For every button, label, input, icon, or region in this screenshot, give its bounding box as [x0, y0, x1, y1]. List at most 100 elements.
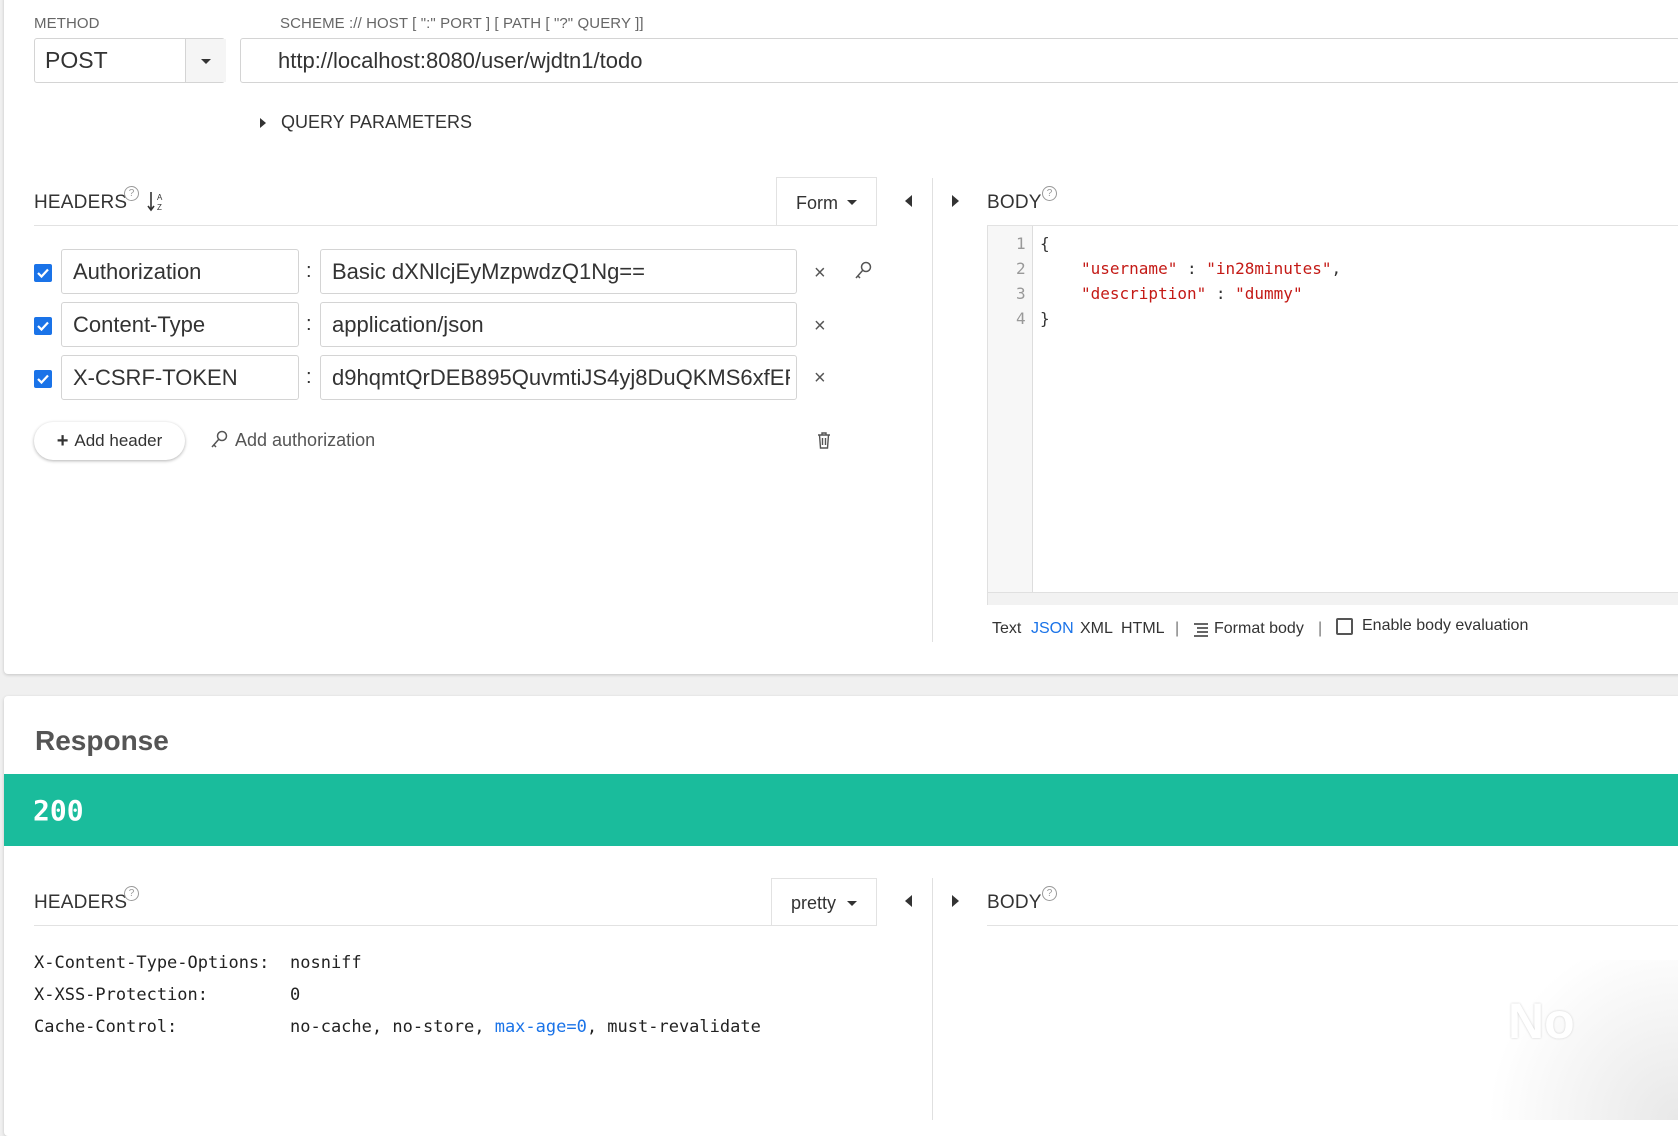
- status-bar: 200: [4, 774, 1678, 846]
- code-line: "username" : "in28minutes",: [1081, 259, 1342, 278]
- header-link[interactable]: max-age=0: [495, 1017, 587, 1037]
- help-icon[interactable]: ?: [124, 186, 139, 201]
- json-key: "username": [1081, 259, 1178, 278]
- collapse-left-icon[interactable]: [905, 895, 912, 907]
- code-line: }: [1040, 309, 1050, 328]
- query-parameters-toggle[interactable]: QUERY PARAMETERS: [260, 112, 472, 133]
- response-header-row: Cache-Control:: [34, 1017, 177, 1037]
- line-number: 4: [1016, 309, 1026, 328]
- header-value-input[interactable]: d9hqmtQrDEB895QuvmtiJS4yj8DuQKMS6xfER: [320, 355, 797, 400]
- headers-mode-dropdown[interactable]: Form: [776, 177, 877, 225]
- url-label: SCHEME :// HOST [ ":" PORT ] [ PATH [ "?…: [280, 15, 644, 32]
- expand-right-icon[interactable]: [952, 895, 959, 907]
- editor-scrollbar[interactable]: [988, 592, 1678, 605]
- request-headers-title: HEADERS: [34, 192, 128, 213]
- response-headers-title: HEADERS: [34, 892, 128, 913]
- response-panel-divider: [932, 878, 933, 1120]
- response-body-divider: [987, 925, 1678, 926]
- response-header-name: X-XSS-Protection:: [34, 985, 208, 1005]
- header-value-input[interactable]: Basic dXNlcjEyMzpwdzQ1Ng==: [320, 249, 797, 294]
- header-separator: :: [306, 313, 312, 335]
- line-number-gutter: [988, 226, 1033, 592]
- sort-az-icon[interactable]: AZ: [147, 190, 167, 214]
- response-headers-divider: [34, 925, 877, 926]
- expand-arrow-icon: [260, 117, 266, 128]
- line-number: 2: [1016, 259, 1026, 278]
- body-editor[interactable]: 1 2 3 4 { "username" : "in28minutes", "d…: [987, 226, 1678, 605]
- status-code: 200: [33, 794, 84, 827]
- header-enabled-checkbox[interactable]: [34, 370, 52, 388]
- headers-mode-value: Form: [796, 193, 838, 213]
- code-line: "description" : "dummy": [1081, 284, 1303, 303]
- response-header-value: 0: [290, 985, 301, 1005]
- code-line: {: [1040, 234, 1050, 253]
- chevron-down-icon: [847, 200, 857, 205]
- header-name-input[interactable]: Authorization: [61, 249, 299, 294]
- json-string: "dummy": [1235, 284, 1303, 303]
- format-json-link[interactable]: JSON: [1031, 620, 1074, 638]
- response-header-value: no-cache, no-store, max-age=0, must-reva…: [290, 1017, 761, 1037]
- svg-text:A: A: [157, 193, 163, 202]
- remove-header-icon[interactable]: ×: [814, 367, 826, 390]
- method-dropdown-button[interactable]: [185, 39, 226, 82]
- add-authorization-button[interactable]: Add authorization: [209, 429, 375, 451]
- line-number: 3: [1016, 284, 1026, 303]
- header-value-input[interactable]: application/json: [320, 302, 797, 347]
- svg-text:Z: Z: [157, 203, 162, 212]
- response-headers-mode-value: pretty: [791, 893, 837, 913]
- help-icon[interactable]: ?: [124, 886, 139, 901]
- response-header-name: X-Content-Type-Options:: [34, 953, 270, 973]
- response-header-row: X-Content-Type-Options:: [34, 953, 269, 973]
- response-title: Response: [35, 725, 169, 756]
- collapse-left-icon[interactable]: [905, 195, 912, 207]
- response-body-title: BODY: [987, 892, 1042, 913]
- method-label: METHOD: [34, 15, 100, 32]
- line-number: 1: [1016, 234, 1026, 253]
- separator: |: [1175, 620, 1180, 637]
- chevron-down-icon: [201, 59, 211, 64]
- header-name-input[interactable]: Content-Type: [61, 302, 299, 347]
- enable-body-evaluation-checkbox[interactable]: Enable body evaluation: [1336, 617, 1528, 635]
- expand-right-icon[interactable]: [952, 195, 959, 207]
- add-header-button[interactable]: + Add header: [34, 422, 185, 460]
- separator: |: [1318, 620, 1323, 637]
- trash-icon[interactable]: [816, 430, 832, 450]
- response-header-name: Cache-Control:: [34, 1017, 178, 1037]
- format-body-button[interactable]: Format body: [1193, 620, 1304, 638]
- remove-header-icon[interactable]: ×: [814, 315, 826, 338]
- response-header-row: X-XSS-Protection:: [34, 985, 208, 1005]
- add-header-label: Add header: [74, 431, 163, 450]
- headers-divider: [34, 225, 877, 226]
- response-headers-mode-dropdown[interactable]: pretty: [771, 878, 877, 926]
- url-value: http://localhost:8080/user/wjdtn1/todo: [278, 47, 643, 73]
- json-key: "description": [1081, 284, 1207, 303]
- remove-header-icon[interactable]: ×: [814, 262, 826, 285]
- method-select[interactable]: POST: [34, 38, 226, 83]
- format-xml-link[interactable]: XML: [1080, 620, 1113, 638]
- header-separator: :: [306, 260, 312, 282]
- checkbox-box: [1336, 617, 1353, 635]
- key-icon: [211, 430, 228, 448]
- format-body-label: Format body: [1214, 620, 1304, 637]
- help-icon[interactable]: ?: [1042, 186, 1057, 201]
- format-text-link[interactable]: Text: [992, 620, 1021, 638]
- header-enabled-checkbox[interactable]: [34, 264, 52, 282]
- help-icon[interactable]: ?: [1042, 886, 1057, 901]
- chevron-down-icon: [847, 901, 857, 906]
- plus-icon: +: [56, 429, 69, 452]
- corner-overlay: No: [1460, 960, 1678, 1120]
- panel-divider: [932, 178, 933, 642]
- enable-body-evaluation-label: Enable body evaluation: [1362, 617, 1529, 634]
- format-html-link[interactable]: HTML: [1121, 620, 1165, 638]
- header-enabled-checkbox[interactable]: [34, 317, 52, 335]
- add-authorization-label: Add authorization: [235, 429, 376, 450]
- format-lines-icon: [1194, 623, 1208, 637]
- json-string: "in28minutes": [1206, 259, 1332, 278]
- corner-text: No: [1508, 993, 1575, 1049]
- url-input[interactable]: http://localhost:8080/user/wjdtn1/todo: [240, 38, 1678, 83]
- header-separator: :: [306, 366, 312, 388]
- header-name-input[interactable]: X-CSRF-TOKEN: [61, 355, 299, 400]
- key-icon[interactable]: [853, 260, 873, 282]
- request-body-title: BODY: [987, 192, 1042, 213]
- response-header-value: nosniff: [290, 953, 362, 973]
